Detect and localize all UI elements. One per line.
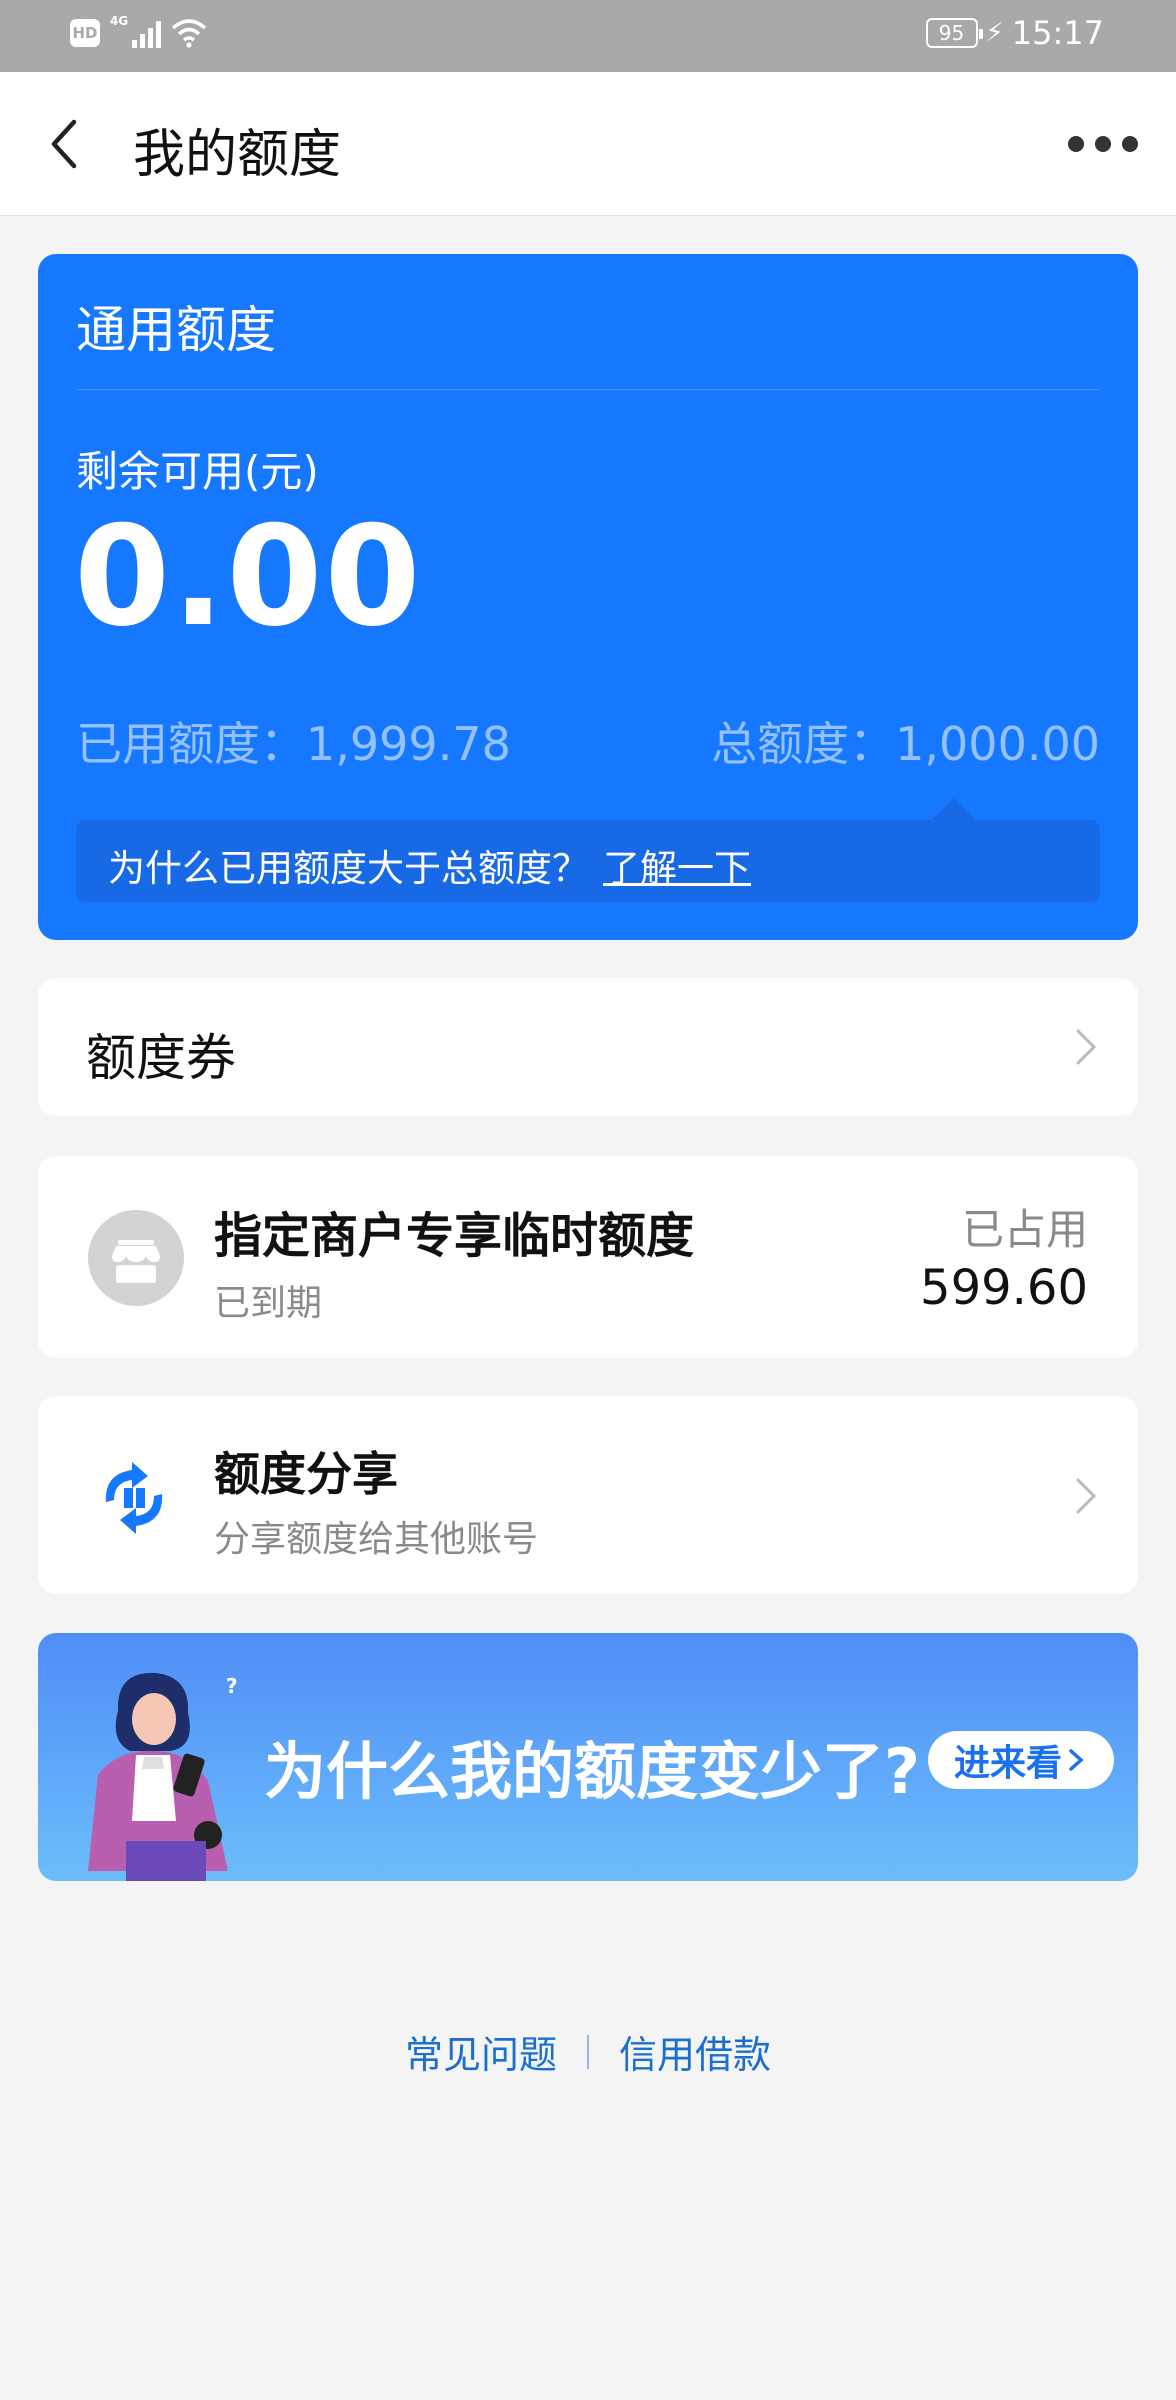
nav-bar: 我的额度: [0, 72, 1176, 216]
wifi-icon: [171, 19, 207, 48]
battery-icon: 95: [925, 18, 983, 48]
woman-illustration: ?: [88, 1672, 238, 1881]
charging-icon: ⚡: [985, 18, 1004, 48]
clock: 15:17: [1011, 14, 1104, 52]
signal-icon: 4G: [110, 14, 161, 48]
quota-share-row[interactable]: 额度分享 分享额度给其他账号: [38, 1396, 1138, 1594]
status-right: 95 ⚡ 15:17: [925, 14, 1104, 52]
back-arrow-icon[interactable]: [40, 108, 100, 180]
coupon-row[interactable]: 额度券: [38, 978, 1138, 1116]
merchant-quota-row[interactable]: 指定商户专享临时额度 已到期 已占用 599.60: [38, 1156, 1138, 1358]
used-label: 已用额度：: [76, 717, 306, 771]
total-label: 总额度：: [711, 717, 896, 771]
occupied-amount: 599.60: [920, 1260, 1088, 1316]
chevron-right-icon: [1069, 1749, 1084, 1771]
page-title: 我的额度: [133, 125, 342, 185]
merchant-quota-status: 已到期: [214, 1283, 323, 1324]
network-type: 4G: [110, 14, 129, 28]
status-left: HD 4G: [70, 14, 207, 48]
why-tip-text: 为什么已用额度大于总额度？: [108, 847, 589, 890]
banner-enter-button[interactable]: 进来看: [928, 1731, 1114, 1789]
share-title: 额度分享: [214, 1447, 398, 1501]
footer-divider: [587, 2034, 589, 2069]
occupied-label: 已占用: [961, 1205, 1088, 1254]
footer-links: 常见问题 信用借款: [0, 2024, 1176, 2079]
more-menu-icon[interactable]: [1068, 128, 1138, 160]
chevron-right-icon: [1076, 1029, 1097, 1065]
banner-button-label: 进来看: [953, 1743, 1062, 1784]
general-credit-card: 通用额度 剩余可用(元) 0.00 已用额度：1,999.78 总额度：1,00…: [38, 254, 1138, 940]
why-tip: 为什么已用额度大于总额度？ 了解一下: [108, 838, 751, 892]
total-amount: 1,000.00: [895, 717, 1100, 771]
available-amount: 0.00: [74, 496, 423, 657]
coupon-label: 额度券: [86, 1029, 236, 1087]
faq-link[interactable]: 常见问题: [405, 2024, 557, 2079]
banner-headline: 为什么我的额度变少了?: [264, 1735, 920, 1808]
hd-badge: HD: [70, 19, 100, 47]
chevron-right-icon: [1076, 1478, 1097, 1514]
svg-text:?: ?: [226, 1674, 238, 1698]
card-divider: [76, 389, 1100, 390]
available-label: 剩余可用(元): [76, 447, 319, 496]
used-amount: 1,999.78: [306, 717, 511, 771]
status-bar: HD 4G 95 ⚡ 15:17: [0, 0, 1176, 72]
why-tip-bubble: 为什么已用额度大于总额度？ 了解一下: [76, 798, 1100, 902]
share-subtitle: 分享额度给其他账号: [214, 1519, 539, 1560]
learn-more-link[interactable]: 了解一下: [603, 847, 751, 890]
used-quota: 已用额度：1,999.78: [76, 708, 511, 774]
merchant-quota-title: 指定商户专享临时额度: [214, 1208, 695, 1264]
total-quota: 总额度：1,000.00: [711, 708, 1100, 774]
promo-banner[interactable]: ? 为什么我的额度变少了? 进来看: [38, 1633, 1138, 1881]
credit-card-title: 通用额度: [76, 301, 276, 359]
shop-icon: [88, 1210, 184, 1306]
share-exchange-icon: [105, 1462, 163, 1534]
credit-loan-link[interactable]: 信用借款: [619, 2024, 771, 2079]
